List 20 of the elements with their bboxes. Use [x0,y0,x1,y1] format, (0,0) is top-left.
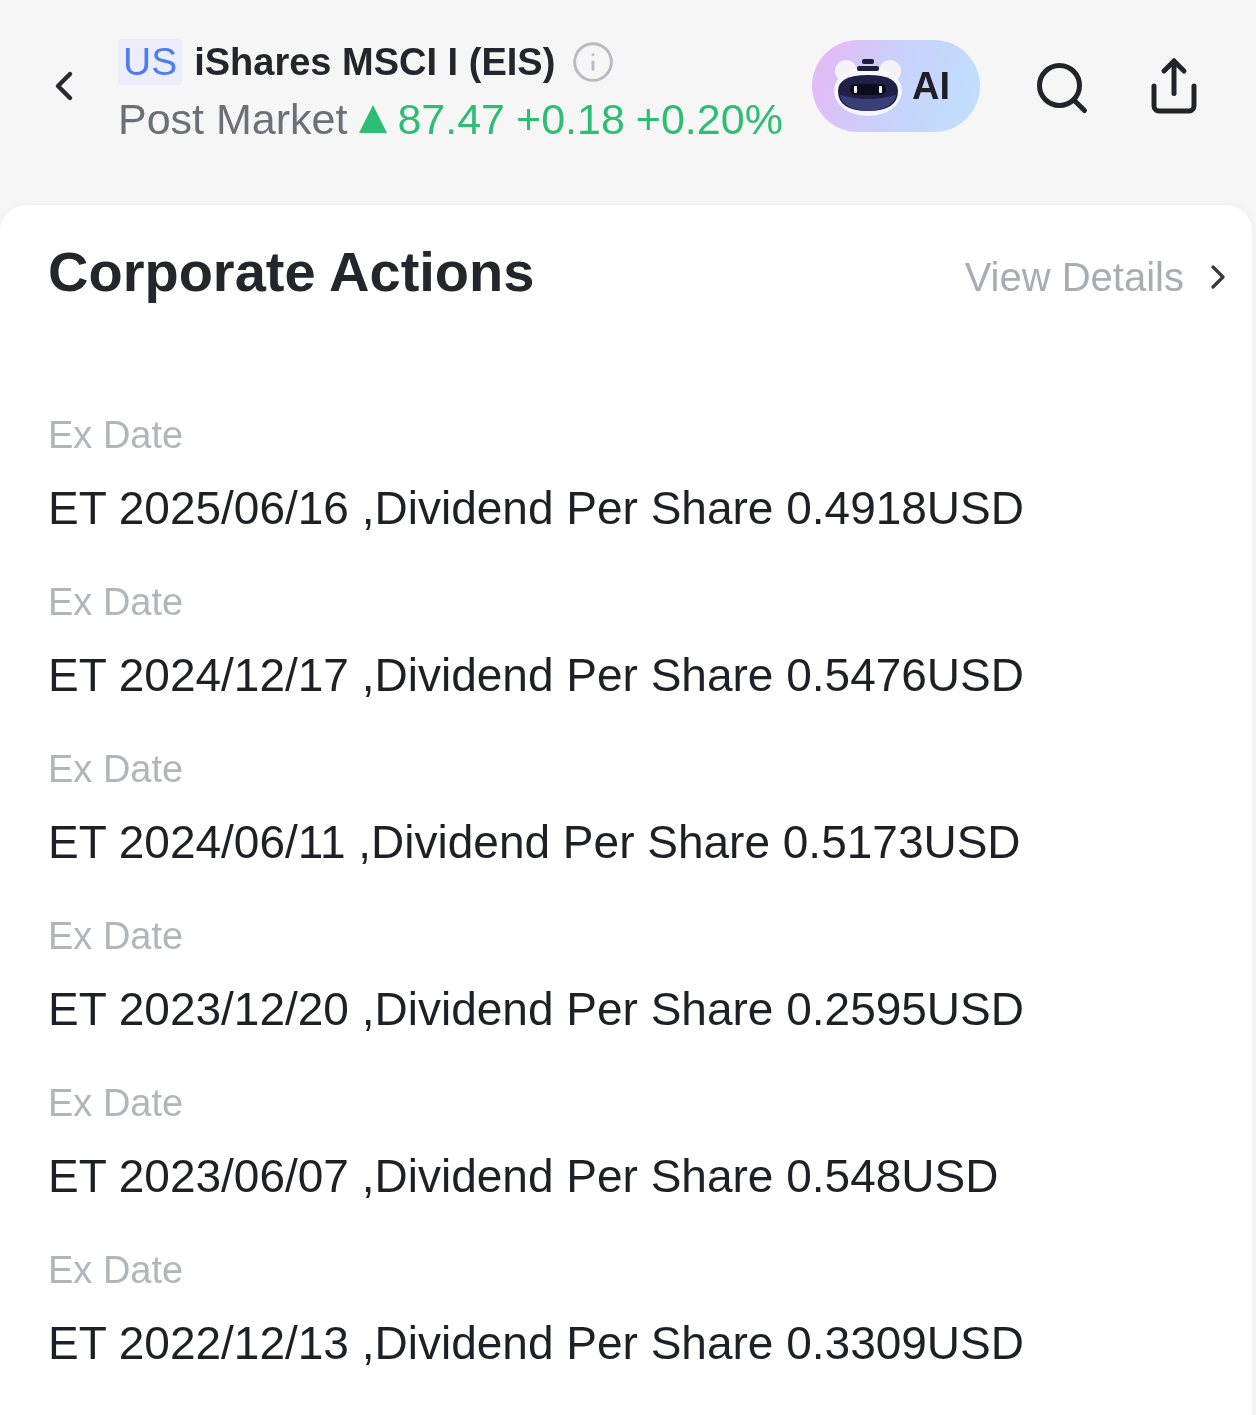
field-label: Ex Date [48,914,184,959]
dividend-entry: ET 2025/06/16 ,Dividend Per Share 0.4918USD [48,481,1024,536]
field-label: Ex Date [48,1081,184,1126]
field-label: Ex Date [48,747,184,792]
field-label: Ex Date [48,580,184,625]
percent-change: +0.20% [635,94,783,144]
price-change: +0.18 [516,94,625,144]
dividend-entry: ET 2023/06/07 ,Dividend Per Share 0.548USD [48,1149,999,1204]
ai-button[interactable]: AI [812,40,980,132]
field-label: Ex Date [48,1248,184,1293]
dividend-entry: ET 2023/12/20 ,Dividend Per Share 0.2595USD [48,982,1024,1037]
dividend-entry: ET 2024/12/17 ,Dividend Per Share 0.5476USD [48,648,1024,703]
section-title: Corporate Actions [48,240,535,304]
market-badge: US [118,39,183,85]
dividend-entry: ET 2024/06/11 ,Dividend Per Share 0.5173USD [48,815,1021,870]
stock-title: iShares MSCI I (EIS) [194,40,556,85]
field-label: Ex Date [48,413,184,458]
dividend-entry: ET 2022/12/13 ,Dividend Per Share 0.3309USD [48,1316,1024,1371]
session-label: Post Market [118,94,348,144]
price-value: 87.47 [397,94,505,144]
